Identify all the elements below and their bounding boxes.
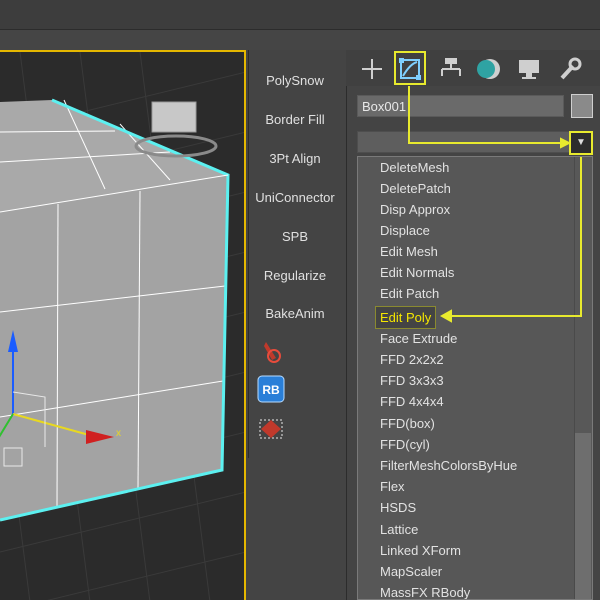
- object-color-swatch[interactable]: [571, 94, 593, 118]
- svg-text:RB: RB: [262, 383, 280, 397]
- chevron-down-icon[interactable]: ▼: [569, 131, 593, 155]
- top-toolbar: [0, 0, 600, 30]
- rb-icon[interactable]: RB: [256, 374, 286, 404]
- modifier-list[interactable]: DeleteMesh DeletePatch Disp Approx Displ…: [357, 156, 593, 600]
- create-icon[interactable]: [355, 54, 389, 84]
- regularize-button[interactable]: Regularize: [249, 261, 341, 291]
- display-icon[interactable]: [512, 54, 546, 84]
- 3pt-align-button[interactable]: 3Pt Align: [249, 144, 341, 174]
- viewport[interactable]: x: [0, 50, 246, 600]
- list-item[interactable]: FFD(box): [380, 413, 435, 434]
- border-fill-button[interactable]: Border Fill: [249, 105, 341, 135]
- tool-icon-script[interactable]: [256, 336, 286, 366]
- list-item[interactable]: FFD 2x2x2: [380, 349, 444, 370]
- connector-icon[interactable]: [256, 414, 286, 444]
- modifier-list-dropdown[interactable]: [357, 131, 593, 153]
- viewport-scene: x: [0, 52, 244, 600]
- list-item[interactable]: MapScaler: [380, 561, 442, 582]
- list-item-edit-poly[interactable]: Edit Poly: [374, 306, 437, 329]
- modify-tab-highlight: [394, 51, 426, 85]
- list-item[interactable]: Edit Patch: [380, 283, 439, 304]
- box-front-face: [0, 175, 228, 520]
- list-item[interactable]: DeleteMesh: [380, 157, 449, 178]
- list-item[interactable]: Displace: [380, 220, 430, 241]
- list-item[interactable]: FFD(cyl): [380, 434, 430, 455]
- object-name-field[interactable]: Box001: [357, 95, 564, 117]
- list-item[interactable]: FFD 4x4x4: [380, 391, 444, 412]
- list-item[interactable]: Edit Mesh: [380, 241, 438, 262]
- list-item[interactable]: Edit Normals: [380, 262, 454, 283]
- list-item[interactable]: HSDS: [380, 497, 416, 518]
- list-item[interactable]: Face Extrude: [380, 328, 457, 349]
- polysnow-button[interactable]: PolySnow: [249, 66, 341, 96]
- list-item[interactable]: Linked XForm: [380, 540, 461, 561]
- list-item[interactable]: FFD 3x3x3: [380, 370, 444, 391]
- gizmo-x-label: x: [116, 428, 121, 439]
- list-item[interactable]: Disp Approx: [380, 199, 450, 220]
- motion-icon[interactable]: [473, 54, 507, 84]
- list-item[interactable]: FilterMeshColorsByHue: [380, 455, 517, 476]
- uniconnector-button[interactable]: UniConnector: [249, 183, 341, 213]
- spb-button[interactable]: SPB: [249, 222, 341, 252]
- bakeanim-button[interactable]: BakeAnim: [249, 299, 341, 329]
- list-item[interactable]: MassFX RBody: [380, 582, 470, 599]
- list-item[interactable]: DeletePatch: [380, 178, 451, 199]
- viewport-header-strip: [0, 30, 600, 50]
- list-item[interactable]: Lattice: [380, 519, 418, 540]
- scrollbar-thumb[interactable]: [575, 433, 591, 599]
- utilities-icon[interactable]: [552, 54, 586, 84]
- hierarchy-icon[interactable]: [434, 54, 468, 84]
- list-item[interactable]: Flex: [380, 476, 405, 497]
